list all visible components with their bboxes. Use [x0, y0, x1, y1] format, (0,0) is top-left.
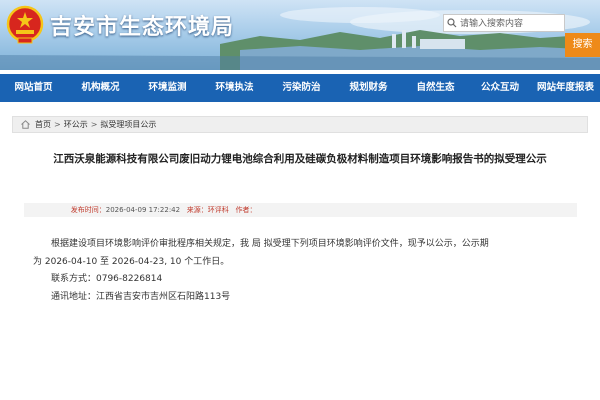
body-paragraph-continued: 为 2026-04-10 至 2026-04-23, 10 个工作日。 [33, 256, 230, 267]
nav-item-pollution-control[interactable]: 污染防治 [268, 74, 335, 102]
nav-item-home[interactable]: 网站首页 [0, 74, 67, 102]
search-input[interactable]: 请输入搜索内容 [443, 14, 565, 32]
article-body: 根据建设项目环境影响评价审批程序相关规定，我 局 拟受理下列项目环境影响评价文件… [33, 236, 573, 306]
search-button[interactable]: 搜索 [565, 33, 600, 57]
body-paragraph: 根据建设项目环境影响评价审批程序相关规定，我 局 拟受理下列项目环境影响评价文件… [51, 239, 489, 249]
address-line: 通讯地址：江西省吉安市吉州区石阳路113号 [51, 291, 231, 302]
article-title: 江西沃泉能源科技有限公司废旧动力锂电池综合利用及硅碳负极材料制造项目环境影响报告… [53, 153, 547, 165]
header-banner: 吉安市生态环境局 请输入搜索内容 搜索 [0, 0, 600, 70]
contact-line: 联系方式：0796-8226814 [51, 274, 163, 284]
national-emblem-icon [6, 5, 44, 44]
site-title: 吉安市生态环境局 [50, 14, 235, 40]
publish-time: 2026-04-09 17:22:42 [105, 206, 181, 214]
breadcrumb-home[interactable]: 首页 [35, 120, 51, 129]
nav-item-public-interaction[interactable]: 公众互动 [469, 74, 531, 102]
nav-item-ecology[interactable]: 自然生态 [402, 74, 469, 102]
source-value: 环评科 [207, 206, 229, 214]
breadcrumb-current[interactable]: 拟受理项目公示 [100, 120, 156, 129]
breadcrumb-section[interactable]: 环公示 [64, 120, 88, 129]
publish-time-label: 发布时间： [70, 206, 106, 214]
nav-item-enforcement[interactable]: 环境执法 [201, 74, 268, 102]
breadcrumb-separator: > [54, 120, 61, 129]
search-placeholder: 请输入搜索内容 [460, 19, 524, 29]
breadcrumb-separator: > [90, 120, 98, 129]
nav-item-monitoring[interactable]: 环境监测 [134, 74, 201, 102]
breadcrumb: 首页 > 环公示 > 拟受理项目公示 [12, 116, 588, 133]
nav-item-organization[interactable]: 机构概况 [67, 74, 134, 102]
article-meta: 发布时间：2026-04-09 17:22:42 来源：环评科 作者： [24, 203, 577, 217]
home-icon [21, 120, 30, 129]
nav-item-annual-report[interactable]: 网站年度报表 [531, 74, 600, 102]
author-label: 作者： [235, 206, 257, 214]
main-nav: 网站首页 机构概况 环境监测 环境执法 污染防治 规划财务 自然生态 公众互动 … [0, 74, 600, 102]
source-label: 来源： [186, 206, 208, 214]
search-icon [447, 18, 457, 28]
nav-item-planning-finance[interactable]: 规划财务 [335, 74, 402, 102]
